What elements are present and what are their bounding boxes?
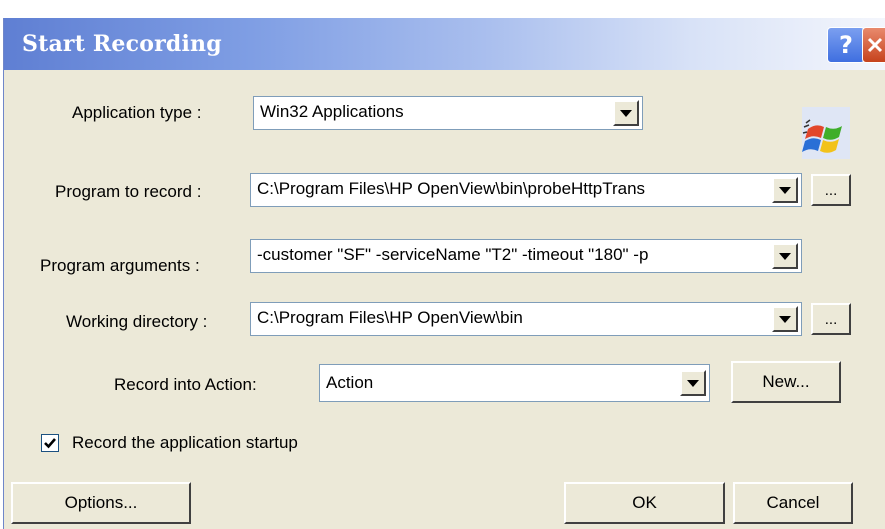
working-directory-label: Working directory : xyxy=(66,312,208,331)
help-icon: ? xyxy=(839,31,853,59)
record-startup-label[interactable]: Record the application startup xyxy=(72,433,298,453)
start-recording-dialog: Start Recording ? Application type : Win… xyxy=(3,18,885,529)
program-arguments-combo[interactable]: -customer "SF" -serviceName "T2" -timeou… xyxy=(250,239,802,273)
working-directory-combo[interactable]: C:\Program Files\HP OpenView\bin xyxy=(250,302,802,336)
working-directory-value: C:\Program Files\HP OpenView\bin xyxy=(257,308,523,327)
application-type-label: Application type : xyxy=(72,103,202,122)
program-arguments-label: Program arguments : xyxy=(40,256,200,275)
record-into-action-select[interactable]: Action xyxy=(319,364,710,402)
chevron-down-icon[interactable] xyxy=(613,100,639,126)
close-icon xyxy=(867,37,883,53)
chevron-down-icon[interactable] xyxy=(772,177,798,203)
application-type-select[interactable]: Win32 Applications xyxy=(253,96,643,130)
application-type-value: Win32 Applications xyxy=(260,102,404,121)
windows-flag-icon xyxy=(802,107,850,159)
record-startup-checkbox[interactable] xyxy=(41,434,59,452)
program-to-record-combo[interactable]: C:\Program Files\HP OpenView\bin\probeHt… xyxy=(250,173,802,207)
program-arguments-value: -customer "SF" -serviceName "T2" -timeou… xyxy=(257,245,649,264)
chevron-down-icon[interactable] xyxy=(772,243,798,269)
help-button[interactable]: ? xyxy=(827,27,865,63)
ok-button[interactable]: OK xyxy=(564,482,725,524)
close-button[interactable] xyxy=(862,27,885,63)
program-to-record-label: Program to record : xyxy=(55,182,202,201)
options-button[interactable]: Options... xyxy=(11,482,191,524)
cancel-button[interactable]: Cancel xyxy=(733,482,853,524)
program-to-record-value: C:\Program Files\HP OpenView\bin\probeHt… xyxy=(257,179,646,198)
record-into-action-label: Record into Action: xyxy=(114,375,257,394)
record-into-action-value: Action xyxy=(326,373,374,392)
title-bar[interactable]: Start Recording ? xyxy=(4,18,885,70)
browse-program-button[interactable]: ... xyxy=(811,174,851,206)
checkmark-icon xyxy=(44,438,56,449)
new-action-button[interactable]: New... xyxy=(731,361,841,403)
chevron-down-icon[interactable] xyxy=(680,370,706,396)
browse-directory-button[interactable]: ... xyxy=(811,303,851,335)
chevron-down-icon[interactable] xyxy=(772,306,798,332)
dialog-title: Start Recording xyxy=(22,31,222,57)
